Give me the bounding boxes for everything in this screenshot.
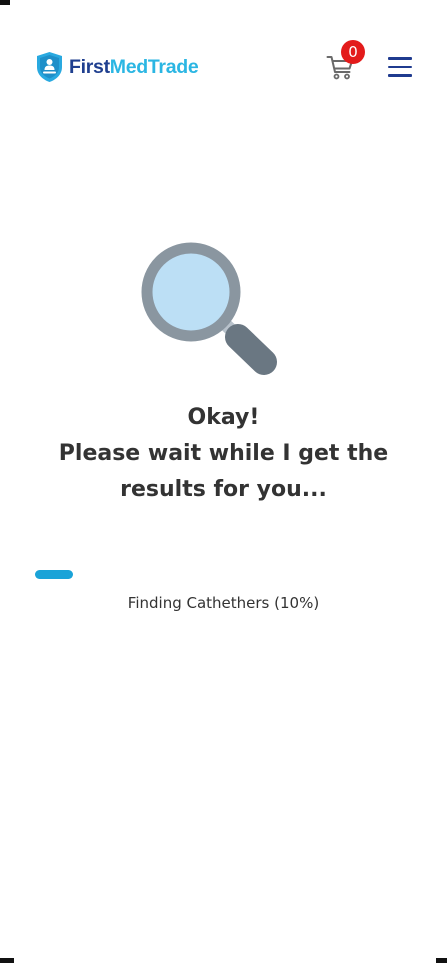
hamburger-menu-icon[interactable] (388, 57, 412, 77)
logo[interactable]: FirstMedTrade (35, 51, 199, 83)
menu-line (388, 57, 412, 60)
logo-text: FirstMedTrade (69, 51, 199, 83)
progress-status-label: Finding Cathethers (10%) (127, 594, 320, 612)
loading-title: Okay! (187, 405, 260, 430)
logo-text-second: MedTrade (109, 56, 199, 78)
corner-mark (0, 958, 14, 963)
progress-bar (35, 570, 413, 579)
cart-button[interactable]: 0 (326, 40, 365, 82)
menu-line (388, 65, 412, 68)
cart-count-badge: 0 (341, 40, 365, 64)
loading-line-2: Please wait while I get the (58, 441, 389, 466)
shield-logo-icon (37, 52, 62, 82)
loading-message: Okay! Please wait while I get the result… (0, 400, 447, 508)
header: FirstMedTrade 0 (0, 0, 447, 130)
menu-line (388, 74, 412, 77)
logo-text-first: First (69, 56, 110, 78)
magnifying-glass-icon (141, 242, 277, 375)
loading-line-3: results for you... (120, 477, 327, 502)
progress-fill (35, 570, 73, 579)
corner-mark (436, 958, 447, 963)
